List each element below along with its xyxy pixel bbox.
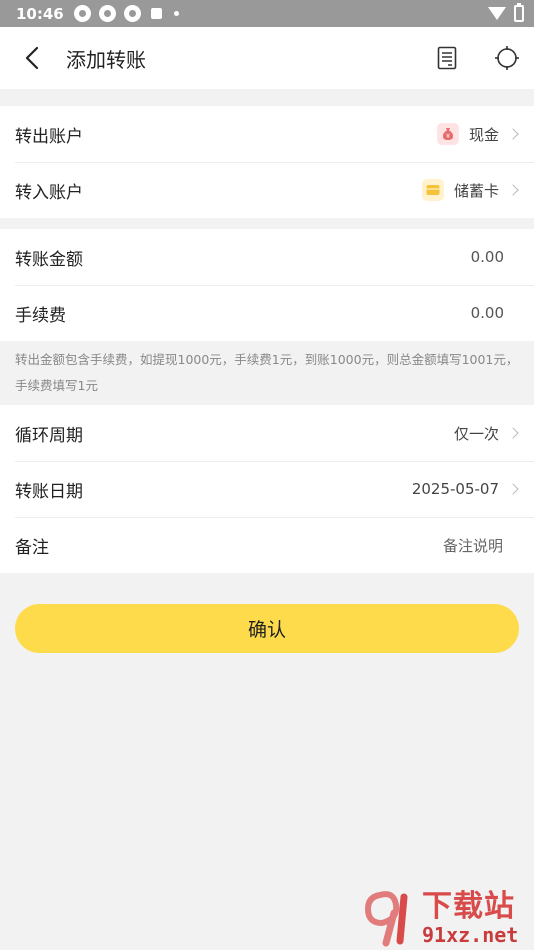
svg-text:¥: ¥ — [446, 133, 450, 140]
notification-icon — [98, 5, 116, 22]
note-label: 备注 — [15, 537, 49, 558]
watermark-logo-icon — [364, 891, 408, 947]
fee-label: 手续费 — [15, 305, 66, 326]
date-row[interactable]: 转账日期 2025-05-07 — [0, 461, 534, 517]
fee-row[interactable]: 手续费 0.00 — [0, 285, 534, 341]
detail-group: 循环周期 仅一次 转账日期 2025-05-07 备注 备注说明 — [0, 405, 534, 573]
status-time: 10:46 — [16, 4, 64, 23]
chevron-right-icon — [507, 184, 519, 196]
amount-group: 转账金额 0.00 手续费 0.00 — [0, 229, 534, 341]
chevron-right-icon — [507, 427, 519, 439]
account-group: 转出账户 ¥ 现金 转入账户 储蓄卡 — [0, 106, 534, 218]
cycle-button[interactable] — [494, 45, 520, 71]
back-arrow-icon — [25, 46, 39, 70]
cycle-row[interactable]: 循环周期 仅一次 — [0, 405, 534, 461]
cycle-value: 仅一次 — [453, 424, 499, 443]
chevron-right-icon — [507, 483, 519, 495]
page-title: 添加转账 — [66, 47, 146, 72]
site-watermark: 下载站 91xz.net — [360, 888, 530, 948]
document-icon — [437, 46, 457, 70]
notification-icon — [123, 5, 141, 22]
confirm-button[interactable]: 确认 — [15, 604, 519, 653]
watermark-cn-text: 下载站 — [422, 889, 515, 924]
date-value: 2025-05-07 — [411, 480, 499, 498]
from-account-row[interactable]: 转出账户 ¥ 现金 — [0, 106, 534, 162]
chevron-right-icon — [507, 128, 519, 140]
watermark-en-text: 91xz.net — [422, 923, 519, 947]
amount-row[interactable]: 转账金额 0.00 — [0, 229, 534, 285]
fee-hint-text: 转出金额包含手续费，如提现1000元，手续费1元，到账1000元，则总金额填写1… — [15, 352, 519, 393]
cash-bag-icon: ¥ — [436, 123, 459, 145]
back-button[interactable] — [18, 44, 46, 72]
fee-input[interactable]: 0.00 — [471, 304, 504, 322]
to-account-value: 储蓄卡 — [453, 181, 499, 200]
wifi-icon — [488, 7, 506, 20]
date-label: 转账日期 — [15, 481, 83, 502]
wallet-card-icon — [421, 179, 444, 201]
bill-record-button[interactable] — [434, 45, 460, 71]
status-bar: 10:46 — [0, 0, 534, 27]
to-account-label: 转入账户 — [15, 182, 83, 203]
note-row[interactable]: 备注 备注说明 — [0, 517, 534, 573]
note-input[interactable]: 备注说明 — [443, 535, 503, 556]
circle-target-icon — [495, 46, 519, 70]
amount-label: 转账金额 — [15, 249, 83, 270]
more-notifications-icon — [173, 11, 179, 16]
amount-input[interactable]: 0.00 — [471, 248, 504, 266]
cycle-label: 循环周期 — [15, 425, 83, 446]
notification-icon — [73, 5, 91, 22]
battery-icon — [514, 3, 524, 22]
from-account-label: 转出账户 — [15, 126, 83, 147]
to-account-row[interactable]: 转入账户 储蓄卡 — [0, 162, 534, 218]
from-account-value: 现金 — [468, 125, 499, 144]
app-bar: 添加转账 — [0, 27, 534, 89]
notification-square-icon — [150, 8, 162, 19]
